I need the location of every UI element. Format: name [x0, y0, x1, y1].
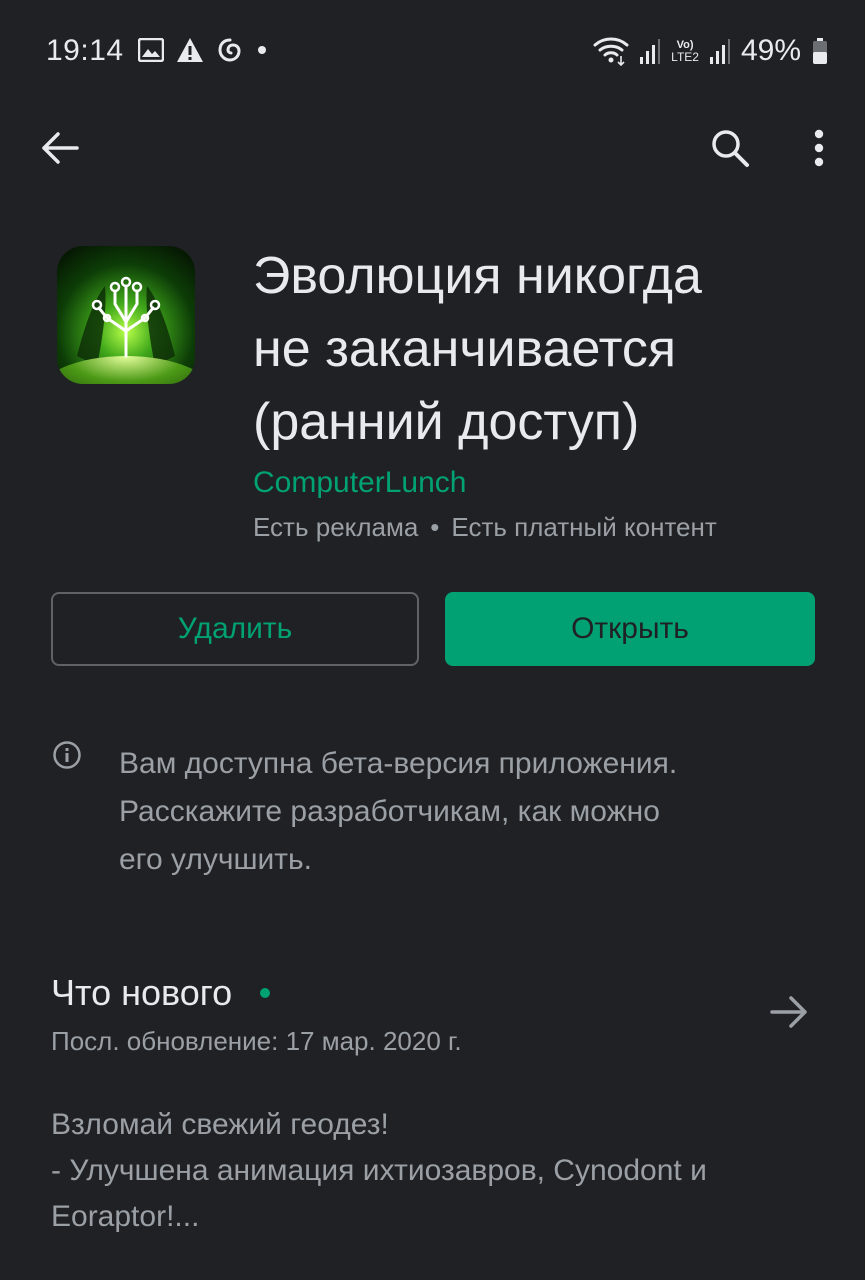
beta-notice-line: его улучшить. — [119, 843, 312, 876]
more-vert-icon — [814, 129, 824, 167]
dot-icon — [258, 46, 266, 54]
last-updated-date: Посл. обновление: 17 мар. 2020 г. — [51, 1026, 462, 1056]
signal-icon — [640, 39, 661, 64]
volte-icon: Vo) LTE2 — [671, 39, 699, 64]
back-button[interactable] — [30, 118, 90, 178]
whats-new-heading[interactable]: Что нового — [51, 972, 271, 1014]
wifi-icon — [593, 37, 629, 66]
new-indicator-dot — [260, 988, 271, 998]
app-title-line: Эволюция никогда — [253, 247, 702, 305]
back-arrow-icon — [42, 132, 79, 164]
whats-new-title: Что нового — [51, 972, 233, 1013]
status-bar: 19:14 Vo) LTE2 49% — [0, 0, 865, 100]
app-meta: Есть реклама • Есть платный контент — [253, 512, 717, 543]
alert-icon — [177, 38, 203, 62]
app-icon — [57, 246, 195, 384]
developer-link[interactable]: ComputerLunch — [253, 466, 466, 500]
in-app-purchases-label: Есть платный контент — [451, 512, 717, 542]
app-title: Эволюция никогда не заканчивается (ранни… — [253, 240, 833, 459]
forward-arrow-icon — [770, 996, 807, 1028]
whats-new-line: Взломай свежий геодез! — [51, 1108, 389, 1141]
beta-notice-line: Вам доступна бета-версия приложения. — [119, 747, 678, 780]
open-button[interactable]: Открыть — [445, 592, 815, 666]
whats-new-open-button[interactable] — [770, 994, 808, 1035]
meta-separator: • — [430, 512, 440, 542]
network-label: LTE2 — [671, 50, 699, 64]
battery-icon — [813, 38, 827, 64]
top-app-bar — [0, 108, 865, 188]
search-icon — [712, 130, 749, 167]
more-options-button[interactable] — [794, 118, 844, 178]
whats-new-line: Eoraptor!... — [51, 1200, 200, 1233]
beta-notice[interactable]: Вам доступна бета-версия приложения. Рас… — [119, 740, 759, 884]
status-notification-icons — [138, 36, 268, 64]
status-time: 19:14 — [46, 34, 124, 67]
search-button[interactable] — [700, 118, 760, 178]
whats-new-line: - Улучшена анимация ихтиозавров, Cynodon… — [51, 1154, 707, 1187]
beta-notice-line: Расскажите разработчикам, как можно — [119, 795, 660, 828]
info-icon — [52, 740, 82, 775]
battery-percent: 49% — [740, 34, 801, 67]
contains-ads-label: Есть реклама — [253, 512, 419, 542]
app-title-line: (ранний доступ) — [253, 393, 640, 451]
uninstall-button[interactable]: Удалить — [51, 592, 419, 666]
evolution-tree-icon — [57, 246, 195, 384]
swirl-icon — [218, 38, 241, 62]
gallery-icon — [138, 38, 164, 62]
signal-icon — [709, 39, 730, 64]
whats-new-body: Взломай свежий геодез! - Улучшена анимац… — [51, 1102, 831, 1240]
app-title-line: не заканчивается — [253, 320, 677, 378]
status-system-icons: Vo) LTE2 49% — [593, 34, 829, 68]
